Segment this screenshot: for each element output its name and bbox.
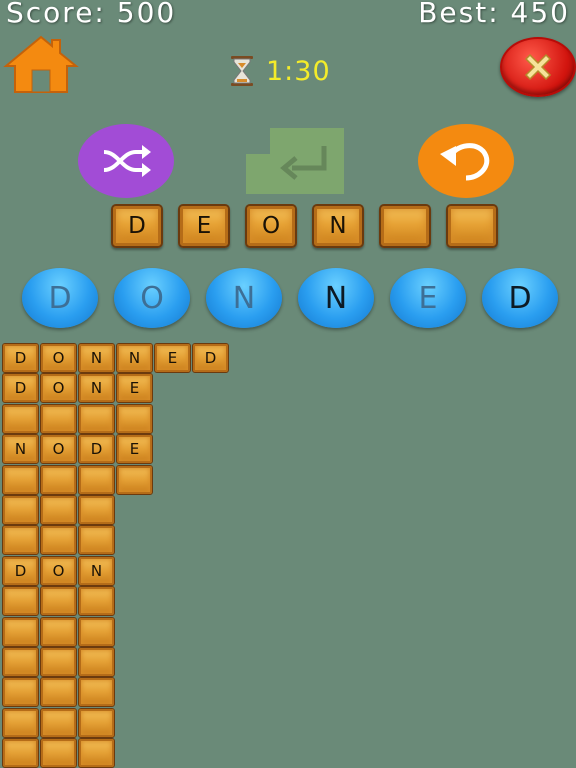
word-row [2, 617, 116, 647]
word-tile: D [2, 373, 39, 403]
answer-slot[interactable]: N [312, 204, 364, 248]
shuffle-button[interactable] [78, 124, 174, 198]
word-tile [40, 465, 77, 495]
word-tile: D [78, 434, 115, 464]
word-row [2, 404, 154, 434]
word-tile [78, 708, 115, 738]
home-button[interactable] [2, 34, 80, 94]
word-row [2, 708, 116, 738]
word-tile: O [40, 373, 77, 403]
word-tile [40, 586, 77, 616]
answer-slot[interactable]: O [245, 204, 297, 248]
word-tile [2, 465, 39, 495]
word-row: NODE [2, 434, 154, 464]
enter-button[interactable] [244, 128, 344, 194]
word-tile [40, 647, 77, 677]
answer-slot[interactable]: E [178, 204, 230, 248]
answer-slots: D E O N [111, 204, 513, 248]
word-tile: N [2, 434, 39, 464]
word-tile: D [192, 343, 229, 373]
letter-bubble[interactable]: O [114, 268, 190, 328]
word-tile: N [78, 556, 115, 586]
word-tile [40, 404, 77, 434]
word-row [2, 677, 116, 707]
best-score-label: Best: 450 [418, 0, 570, 29]
word-tile: N [78, 373, 115, 403]
word-tile: D [2, 556, 39, 586]
word-tile: O [40, 434, 77, 464]
word-tile: E [116, 373, 153, 403]
word-tile [2, 617, 39, 647]
score-label: Score: 500 [6, 0, 177, 29]
undo-button[interactable] [418, 124, 514, 198]
word-tile [2, 404, 39, 434]
letter-bubble[interactable]: N [298, 268, 374, 328]
word-tile: D [2, 343, 39, 373]
answer-slot[interactable]: D [111, 204, 163, 248]
answer-slot[interactable] [446, 204, 498, 248]
word-tile [78, 525, 115, 555]
word-tile [78, 617, 115, 647]
word-row: DONE [2, 373, 154, 403]
answer-slot[interactable] [379, 204, 431, 248]
word-tile [116, 465, 153, 495]
word-tile [2, 586, 39, 616]
word-tile [40, 617, 77, 647]
word-row: DON [2, 556, 116, 586]
word-tile [78, 677, 115, 707]
word-tile [2, 647, 39, 677]
word-tile [2, 738, 39, 768]
word-tile [2, 495, 39, 525]
word-row [2, 495, 116, 525]
word-tile: N [78, 343, 115, 373]
close-icon [524, 53, 552, 81]
word-row [2, 647, 116, 677]
word-tile [40, 495, 77, 525]
word-tile: N [116, 343, 153, 373]
word-tile [40, 708, 77, 738]
word-tile [78, 404, 115, 434]
word-tile [40, 738, 77, 768]
hourglass-icon [231, 56, 253, 86]
letter-bubble[interactable]: N [206, 268, 282, 328]
word-tile [78, 465, 115, 495]
home-icon [3, 35, 79, 93]
shuffle-icon [103, 145, 151, 177]
word-tile [2, 525, 39, 555]
timer-text: 1:30 [266, 55, 331, 87]
letter-bubbles: D O N N E D [22, 268, 562, 330]
letter-bubble[interactable]: D [22, 268, 98, 328]
word-tile: O [40, 556, 77, 586]
word-row: DONNED [2, 343, 230, 373]
word-tile: E [154, 343, 191, 373]
timer: 1:30 [228, 54, 331, 88]
word-row [2, 586, 116, 616]
undo-icon [440, 143, 490, 181]
word-tile [40, 677, 77, 707]
word-tile [2, 708, 39, 738]
word-tile [78, 586, 115, 616]
word-tile [78, 647, 115, 677]
word-tile [116, 404, 153, 434]
close-button[interactable] [500, 37, 576, 97]
word-row [2, 525, 116, 555]
letter-bubble[interactable]: E [390, 268, 466, 328]
enter-icon [246, 128, 344, 194]
word-tile [40, 525, 77, 555]
letter-bubble[interactable]: D [482, 268, 558, 328]
word-row [2, 465, 154, 495]
word-tile: O [40, 343, 77, 373]
word-tile [78, 738, 115, 768]
word-row [2, 738, 116, 768]
word-tile [78, 495, 115, 525]
word-tile [2, 677, 39, 707]
word-tile: E [116, 434, 153, 464]
